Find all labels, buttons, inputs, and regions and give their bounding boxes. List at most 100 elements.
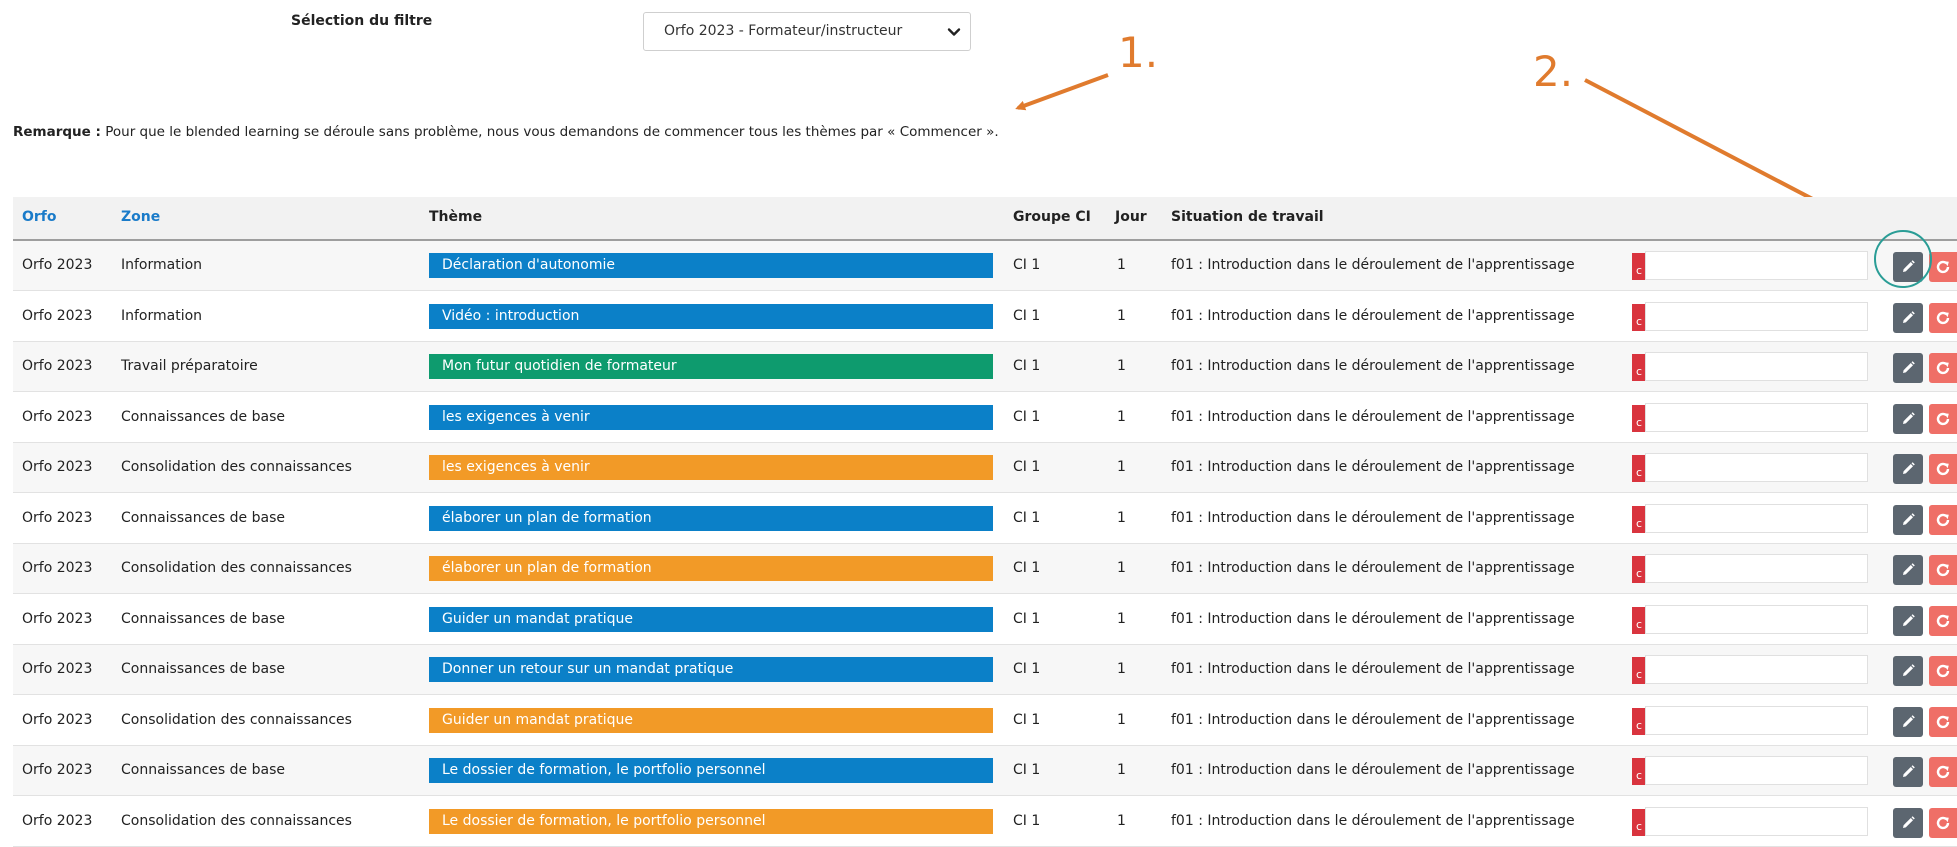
pencil-icon [1900, 512, 1916, 528]
edit-button[interactable] [1893, 302, 1923, 333]
pencil-icon [1900, 360, 1916, 376]
theme-link[interactable]: les exigences à venir [429, 404, 993, 430]
table-row: Orfo 2023 Information Déclaration d'autono… [13, 241, 1957, 291]
cell-groupe: CI 1 [1013, 610, 1041, 627]
reset-button[interactable] [1929, 353, 1957, 383]
edit-button[interactable] [1893, 504, 1923, 535]
status-indicator-letter: c [1636, 415, 1643, 429]
table-header: Orfo Zone Thème Groupe CI Jour Situation… [13, 197, 1957, 241]
table-row: Orfo 2023 Connaissances de base Guider un … [13, 595, 1957, 645]
cell-zone: Information [121, 307, 203, 324]
filter-select[interactable]: Orfo 2023 - Formateur/instructeur [643, 12, 971, 51]
status-indicator-letter: c [1636, 668, 1643, 681]
reset-button[interactable] [1929, 605, 1957, 636]
pencil-icon [1900, 461, 1916, 477]
refresh-icon [1935, 461, 1951, 477]
pencil-icon [1900, 764, 1916, 780]
theme-link[interactable]: Le dossier de formation, le portfolio pe… [429, 758, 993, 783]
row-input-field[interactable] [1645, 503, 1868, 533]
status-indicator-letter: c [1636, 769, 1643, 782]
row-input-field[interactable] [1645, 705, 1868, 735]
row-input-field[interactable] [1645, 554, 1868, 583]
pencil-icon [1900, 815, 1916, 831]
cell-jour: 1 [1117, 812, 1126, 829]
cell-orfo: Orfo 2023 [22, 762, 93, 778]
row-input-field[interactable] [1645, 756, 1868, 785]
cell-situation: f01 : Introduction dans le déroulement d… [1171, 307, 1575, 324]
cell-jour: 1 [1117, 408, 1126, 425]
cell-groupe: CI 1 [1013, 762, 1041, 778]
table-row: Orfo 2023 Consolidation des connaissances… [13, 696, 1957, 746]
theme-link[interactable]: élaborer un plan de formation [429, 556, 993, 581]
table-row: Orfo 2023 Consolidation des connaissances… [13, 443, 1957, 493]
row-input-field[interactable] [1645, 604, 1868, 634]
cell-jour: 1 [1117, 257, 1126, 273]
cell-orfo: Orfo 2023 [22, 307, 93, 324]
reset-button[interactable] [1929, 504, 1957, 535]
status-indicator: c [1632, 303, 1646, 331]
reset-button[interactable] [1929, 252, 1957, 282]
status-indicator: c [1632, 404, 1646, 432]
reset-button[interactable] [1929, 403, 1957, 434]
status-indicator-letter: c [1636, 365, 1643, 378]
edit-button[interactable] [1893, 555, 1923, 585]
status-indicator-letter: c [1636, 314, 1643, 328]
theme-link[interactable]: Guider un mandat pratique [429, 707, 993, 733]
status-indicator: c [1632, 455, 1646, 482]
edit-button[interactable] [1893, 656, 1923, 686]
refresh-icon [1935, 613, 1951, 629]
refresh-icon [1935, 411, 1951, 427]
edit-button[interactable] [1893, 807, 1923, 838]
cell-zone: Connaissances de base [121, 762, 285, 778]
column-header-situation: Situation de travail [1171, 209, 1324, 225]
column-header-zone[interactable]: Zone [121, 209, 160, 225]
pencil-icon [1900, 411, 1916, 427]
reset-button[interactable] [1929, 656, 1957, 686]
cell-situation: f01 : Introduction dans le déroulement d… [1171, 408, 1575, 425]
row-input-field[interactable] [1645, 453, 1868, 482]
reset-button[interactable] [1929, 706, 1957, 737]
edit-button[interactable] [1893, 757, 1923, 787]
row-input-field[interactable] [1645, 655, 1868, 684]
reset-button[interactable] [1929, 454, 1957, 484]
cell-jour: 1 [1117, 762, 1126, 778]
theme-link[interactable]: Mon futur quotidien de formateur [429, 354, 993, 379]
status-indicator-letter: c [1636, 516, 1643, 530]
reset-button[interactable] [1929, 555, 1957, 585]
theme-link[interactable]: Le dossier de formation, le portfolio pe… [429, 808, 993, 834]
theme-link[interactable]: les exigences à venir [429, 455, 993, 480]
cell-orfo: Orfo 2023 [22, 711, 93, 728]
row-input-field[interactable] [1645, 352, 1868, 381]
edit-button[interactable] [1893, 454, 1923, 484]
reset-button[interactable] [1929, 302, 1957, 333]
theme-link[interactable]: Donner un retour sur un mandat pratique [429, 657, 993, 682]
theme-link[interactable]: Guider un mandat pratique [429, 606, 993, 632]
theme-link[interactable]: Déclaration d'autonomie [429, 253, 993, 278]
row-input-field[interactable] [1645, 251, 1868, 280]
refresh-icon [1935, 663, 1951, 679]
table-row: Orfo 2023 Connaissances de base élaborer u… [13, 494, 1957, 544]
theme-link[interactable]: Vidéo : introduction [429, 303, 993, 329]
edit-button[interactable] [1893, 403, 1923, 434]
cell-orfo: Orfo 2023 [22, 459, 93, 475]
edit-button[interactable] [1893, 605, 1923, 636]
edit-button[interactable] [1893, 706, 1923, 737]
row-input-field[interactable] [1645, 301, 1868, 331]
reset-button[interactable] [1929, 757, 1957, 787]
pencil-icon [1900, 310, 1916, 326]
cell-groupe: CI 1 [1013, 509, 1041, 526]
status-indicator-letter: c [1636, 819, 1643, 833]
cell-zone: Connaissances de base [121, 509, 285, 526]
edit-button[interactable] [1893, 353, 1923, 383]
annotation-label-2: 2. [1533, 47, 1574, 96]
column-header-orfo[interactable]: Orfo [22, 209, 57, 225]
theme-link[interactable]: élaborer un plan de formation [429, 505, 993, 531]
cell-jour: 1 [1117, 307, 1126, 324]
cell-groupe: CI 1 [1013, 560, 1041, 576]
cell-orfo: Orfo 2023 [22, 812, 93, 829]
row-input-field[interactable] [1645, 806, 1868, 836]
status-indicator: c [1632, 657, 1646, 684]
cell-situation: f01 : Introduction dans le déroulement d… [1171, 459, 1575, 475]
reset-button[interactable] [1929, 807, 1957, 838]
row-input-field[interactable] [1645, 402, 1868, 432]
